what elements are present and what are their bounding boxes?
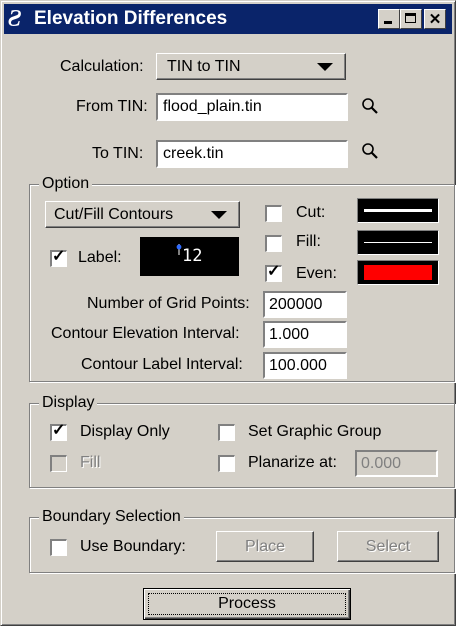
label-checkbox[interactable]: ✓: [50, 248, 67, 267]
from-tin-label: From TIN:: [76, 98, 148, 115]
label-checkbox-label: Label:: [78, 249, 122, 266]
elevation-differences-dialog: Ƨ Elevation Differences ✕ Calculation: T…: [0, 0, 456, 626]
even-label: Even:: [296, 265, 337, 282]
to-tin-field[interactable]: creek.tin: [156, 140, 348, 168]
set-graphic-group-checkbox[interactable]: [218, 424, 235, 441]
process-button[interactable]: Process: [143, 588, 351, 620]
search-icon[interactable]: [361, 142, 379, 160]
chevron-down-icon: [211, 211, 227, 219]
calculation-dropdown[interactable]: TIN to TIN: [156, 53, 346, 80]
boundary-group-title: Boundary Selection: [39, 507, 184, 527]
place-button-label: Place: [244, 537, 286, 555]
option-group-title: Option: [39, 174, 93, 194]
close-button[interactable]: ✕: [424, 9, 446, 29]
place-button[interactable]: Place: [216, 531, 314, 562]
use-boundary-checkbox[interactable]: [50, 539, 67, 556]
search-icon[interactable]: [361, 97, 379, 115]
fill-checkbox[interactable]: [265, 235, 282, 252]
option-mode-dropdown[interactable]: Cut/Fill Contours: [45, 201, 240, 228]
display-only-label: Display Only: [80, 423, 170, 440]
fill-display-checkbox[interactable]: [50, 455, 67, 472]
contour-interval-field[interactable]: 1.000: [263, 321, 347, 348]
label-interval-value: 100.000: [269, 357, 327, 374]
grid-points-label: Number of Grid Points:: [87, 295, 250, 312]
even-symbology-button[interactable]: [357, 260, 439, 285]
fill-display-label: Fill: [80, 454, 101, 471]
calculation-value: TIN to TIN: [167, 58, 241, 75]
chevron-down-icon: [317, 63, 333, 71]
label-interval-label: Contour Label Interval:: [81, 356, 243, 373]
minimize-icon: [384, 21, 392, 24]
even-checkbox[interactable]: ✓: [265, 263, 282, 282]
cut-symbology-button[interactable]: [357, 198, 439, 223]
set-graphic-group-label: Set Graphic Group: [248, 423, 382, 440]
from-tin-value: flood_plain.tin: [163, 98, 262, 115]
contour-interval-value: 1.000: [269, 326, 310, 343]
label-text-sample: 12: [182, 246, 203, 266]
microstation-icon: Ƨ: [8, 6, 22, 32]
contour-interval-label: Contour Elevation Interval:: [51, 325, 240, 342]
planarize-checkbox[interactable]: [218, 455, 235, 472]
grid-points-field[interactable]: 200000: [263, 291, 347, 318]
option-mode-value: Cut/Fill Contours: [54, 206, 174, 223]
minimize-button[interactable]: [378, 9, 400, 29]
cut-label: Cut:: [296, 204, 326, 221]
to-tin-label: To TIN:: [92, 145, 144, 162]
use-boundary-label: Use Boundary:: [80, 538, 186, 555]
fill-label: Fill:: [296, 233, 321, 250]
label-interval-field[interactable]: 100.000: [263, 352, 347, 379]
planarize-label: Planarize at:: [248, 454, 337, 471]
maximize-icon: [405, 13, 416, 23]
label-symbology-button[interactable]: 12: [140, 237, 239, 276]
cut-checkbox[interactable]: [265, 205, 282, 222]
window-title: Elevation Differences: [34, 8, 228, 29]
display-only-checkbox[interactable]: ✓: [50, 422, 67, 441]
planarize-value: 0.000: [361, 455, 402, 472]
select-button[interactable]: Select: [337, 531, 439, 562]
maximize-button[interactable]: [400, 9, 422, 29]
calculation-label: Calculation:: [60, 58, 144, 75]
checkmark-icon: ✓: [52, 422, 66, 439]
to-tin-value: creek.tin: [163, 145, 224, 162]
process-button-label: Process: [218, 595, 276, 612]
display-group-title: Display: [39, 393, 98, 413]
planarize-field[interactable]: 0.000: [355, 450, 438, 477]
grid-points-value: 200000: [269, 296, 323, 313]
title-bar[interactable]: Ƨ Elevation Differences ✕: [4, 4, 452, 34]
even-color-fill: [364, 265, 432, 280]
checkmark-icon: ✓: [52, 248, 66, 265]
checkmark-icon: ✓: [267, 263, 281, 280]
select-button-label: Select: [365, 537, 411, 555]
from-tin-field[interactable]: flood_plain.tin: [156, 93, 348, 121]
close-icon: ✕: [428, 11, 442, 28]
fill-symbology-button[interactable]: [357, 230, 439, 255]
